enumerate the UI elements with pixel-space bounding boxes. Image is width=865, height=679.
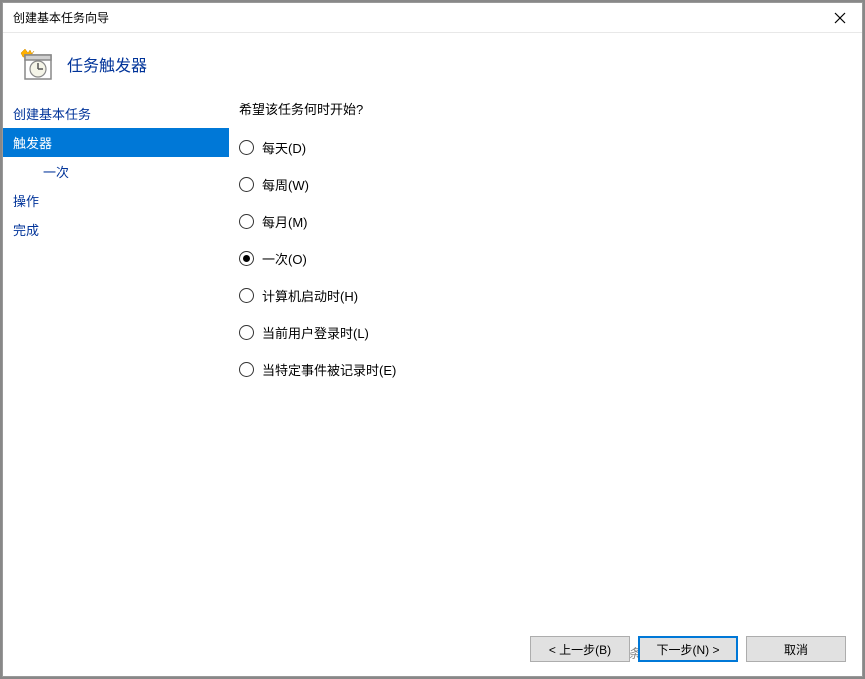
option-startup[interactable]: 计算机启动时(H) (239, 286, 842, 305)
radio-label: 每月(M) (262, 212, 308, 231)
next-button[interactable]: 下一步(N) > (638, 636, 738, 662)
radio-icon[interactable] (239, 288, 254, 303)
sidebar-item-finish[interactable]: 完成 (3, 215, 229, 244)
sidebar-item-action[interactable]: 操作 (3, 186, 229, 215)
radio-icon[interactable] (239, 325, 254, 340)
sidebar-item-trigger[interactable]: 触发器 (3, 128, 229, 157)
wizard-body: 创建基本任务 触发器 一次 操作 完成 希望该任务何时开始? 每天(D) 每周(… (3, 99, 862, 609)
window-title: 创建基本任务向导 (13, 9, 109, 26)
radio-icon[interactable] (239, 214, 254, 229)
radio-icon[interactable] (239, 362, 254, 377)
option-monthly[interactable]: 每月(M) (239, 212, 842, 231)
page-title: 任务触发器 (67, 52, 147, 76)
radio-icon[interactable] (239, 177, 254, 192)
radio-label: 每天(D) (262, 138, 306, 157)
option-event[interactable]: 当特定事件被记录时(E) (239, 360, 842, 379)
titlebar: 创建基本任务向导 (3, 3, 862, 33)
back-button[interactable]: < 上一步(B) (530, 636, 630, 662)
option-once[interactable]: 一次(O) (239, 249, 842, 268)
option-weekly[interactable]: 每周(W) (239, 175, 842, 194)
radio-label: 当前用户登录时(L) (262, 323, 369, 342)
option-daily[interactable]: 每天(D) (239, 138, 842, 157)
cancel-button[interactable]: 取消 (746, 636, 846, 662)
sidebar-item-create-task[interactable]: 创建基本任务 (3, 99, 229, 128)
radio-icon[interactable] (239, 140, 254, 155)
radio-label: 每周(W) (262, 175, 309, 194)
sidebar-subitem-once[interactable]: 一次 (3, 157, 229, 186)
close-icon (834, 12, 846, 24)
radio-label: 计算机启动时(H) (262, 286, 358, 305)
wizard-footer: < 上一步(B) 下一步(N) > 取消 (514, 622, 862, 676)
wizard-sidebar: 创建基本任务 触发器 一次 操作 完成 (3, 99, 229, 609)
wizard-content: 希望该任务何时开始? 每天(D) 每周(W) 每月(M) 一次(O) 计算机启动… (229, 99, 862, 609)
radio-label: 一次(O) (262, 249, 307, 268)
close-button[interactable] (817, 3, 862, 33)
option-logon[interactable]: 当前用户登录时(L) (239, 323, 842, 342)
wizard-header: 任务触发器 (3, 33, 862, 99)
content-heading: 希望该任务何时开始? (239, 99, 842, 118)
radio-icon[interactable] (239, 251, 254, 266)
wizard-window: 创建基本任务向导 任务触发器 创建基本任务 触发器 一次 操作 完成 (2, 2, 863, 677)
radio-label: 当特定事件被记录时(E) (262, 360, 396, 379)
task-scheduler-icon (19, 47, 53, 81)
